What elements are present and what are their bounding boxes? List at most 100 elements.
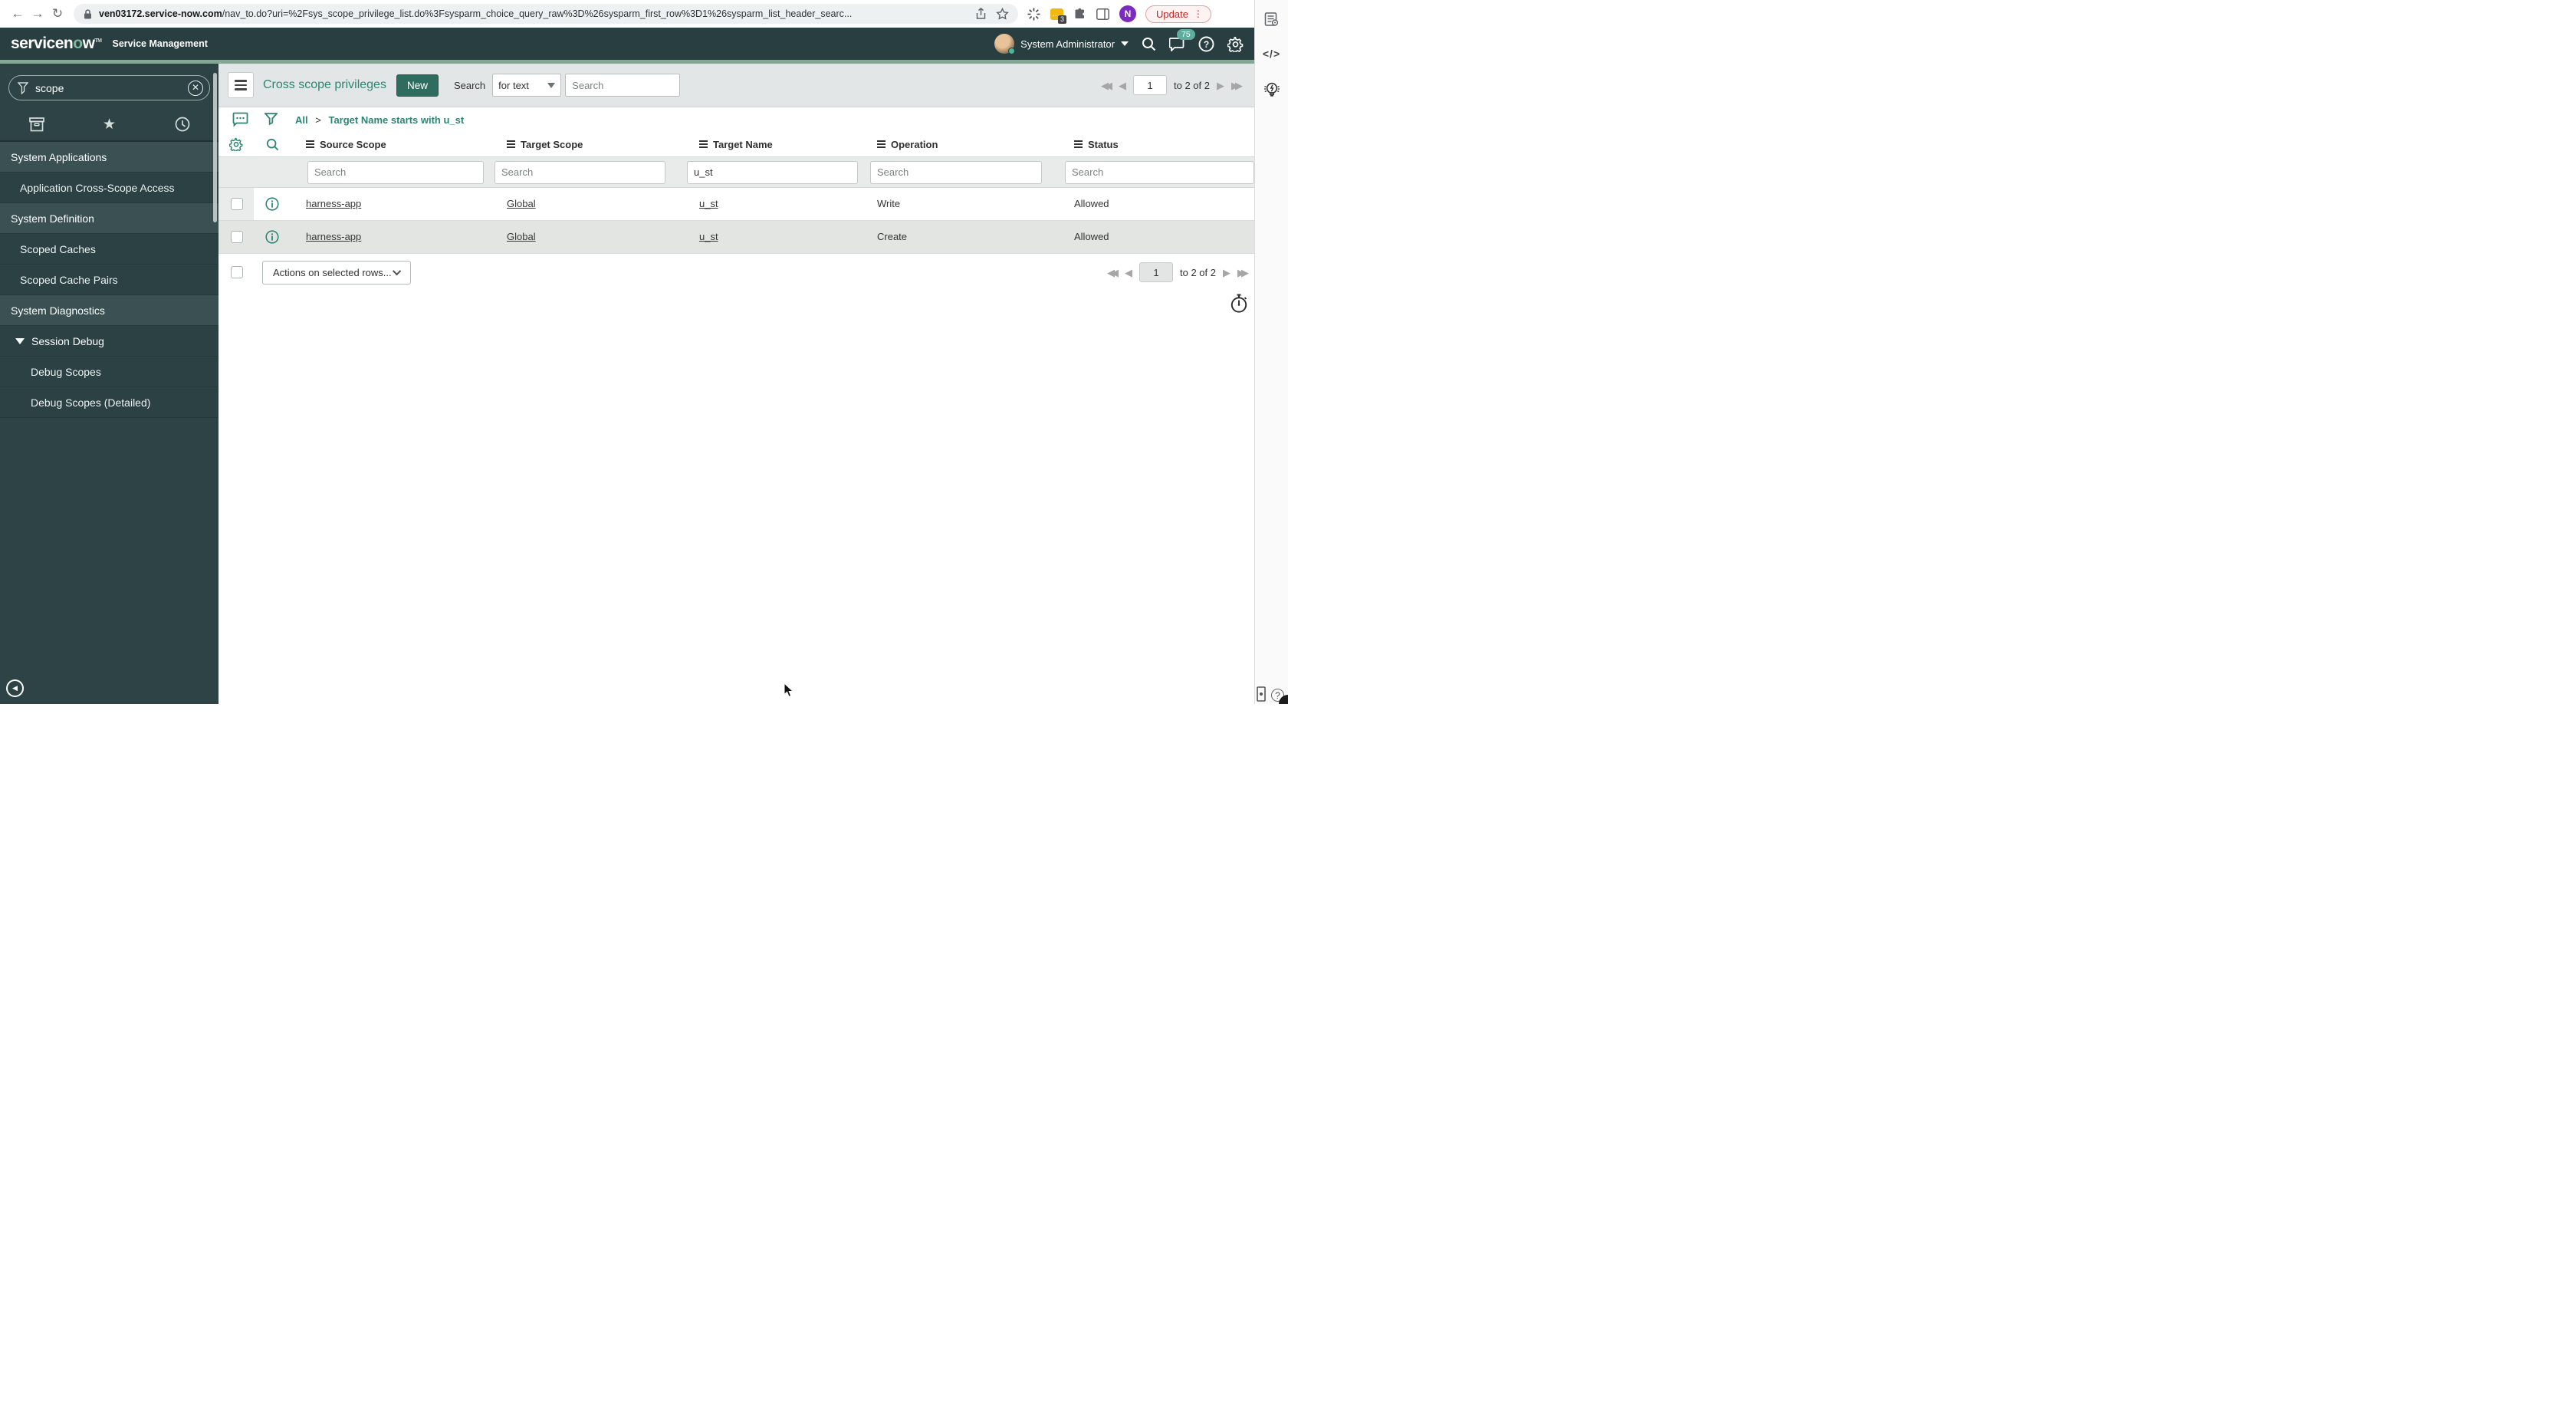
search-type-select[interactable]: for text	[492, 74, 562, 97]
previous-page-icon[interactable]: ◀	[1119, 81, 1126, 90]
select-caret-icon	[547, 82, 556, 92]
first-page-icon[interactable]: ◀◀	[1107, 268, 1119, 278]
filter-status-input[interactable]	[1065, 160, 1254, 184]
filter-icon[interactable]	[264, 112, 278, 127]
column-search-icon[interactable]	[266, 138, 279, 151]
servicenow-logo: servicenowTM	[11, 35, 102, 52]
help-icon[interactable]: ?	[1198, 36, 1214, 52]
chrome-update-button[interactable]: Update ⋮	[1145, 5, 1211, 23]
grammar-extension-icon[interactable]: ... 3	[1050, 8, 1066, 24]
settings-gear-icon[interactable]	[1227, 36, 1244, 52]
next-page-icon[interactable]: ▶	[1223, 268, 1230, 278]
list-title[interactable]: Cross scope privileges	[263, 78, 386, 92]
cell-target-name-link[interactable]: u_st	[699, 231, 718, 242]
cell-source-scope-link[interactable]: harness-app	[306, 231, 361, 242]
cell-target-scope-link[interactable]: Global	[507, 198, 536, 209]
collapse-sidebar-button[interactable]: ◀	[6, 679, 24, 697]
list-search-input[interactable]	[565, 74, 681, 97]
tab-all-applications[interactable]	[14, 117, 60, 132]
spinner-extension-icon[interactable]	[1027, 8, 1040, 21]
new-button[interactable]: New	[396, 74, 439, 97]
extension-badge: 3	[1057, 15, 1066, 24]
column-header-operation[interactable]: Operation	[859, 139, 1048, 150]
bookmark-star-icon[interactable]	[996, 8, 1009, 20]
code-panel-icon[interactable]: </>	[1263, 48, 1280, 60]
list-chat-icon[interactable]	[232, 112, 248, 127]
expanded-caret-icon	[15, 337, 25, 349]
next-page-icon[interactable]: ▶	[1217, 81, 1224, 90]
nav-module-debug-scopes-detailed[interactable]: Debug Scopes (Detailed)	[0, 387, 219, 418]
dock-handle-icon[interactable]	[1257, 686, 1266, 702]
nav-module-debug-scopes[interactable]: Debug Scopes	[0, 357, 219, 387]
product-name: Service Management	[112, 38, 208, 49]
page-number-input[interactable]	[1133, 75, 1168, 95]
extensions-puzzle-icon[interactable]	[1073, 8, 1086, 21]
nav-group-session-debug[interactable]: Session Debug	[0, 326, 219, 357]
user-menu[interactable]: System Administrator	[994, 34, 1129, 54]
top-pagination: ◀◀ ◀ to 2 of 2 ▶ ▶▶	[1101, 75, 1243, 95]
navigator-results: System Applications Application Cross-Sc…	[0, 142, 219, 418]
record-info-icon[interactable]	[265, 197, 279, 211]
list-settings-gear-icon[interactable]	[229, 137, 243, 151]
cell-target-scope-link[interactable]: Global	[507, 231, 536, 242]
navigator-filter[interactable]: ✕	[8, 75, 210, 100]
row-checkbox[interactable]	[231, 231, 243, 243]
select-all-checkbox[interactable]	[231, 266, 243, 278]
list-context-menu-button[interactable]	[228, 72, 254, 98]
forward-icon[interactable]: →	[28, 6, 48, 21]
filter-funnel-icon	[18, 81, 28, 94]
previous-page-icon[interactable]: ◀	[1125, 268, 1132, 278]
address-bar[interactable]: ven03172.service-now.com/nav_to.do?uri=%…	[74, 4, 1018, 24]
nav-app-system-definition[interactable]: System Definition	[0, 203, 219, 234]
column-header-target-scope[interactable]: Target Scope	[484, 139, 672, 150]
chrome-menu-icon[interactable]: ⋮	[1194, 8, 1203, 19]
nav-app-system-applications[interactable]: System Applications	[0, 142, 219, 173]
insight-lightbulb-icon[interactable]	[1262, 81, 1282, 100]
mouse-cursor	[784, 683, 794, 697]
column-header-status[interactable]: Status	[1048, 139, 1254, 150]
first-page-icon[interactable]: ◀◀	[1101, 81, 1112, 90]
filter-operation-input[interactable]	[870, 160, 1042, 184]
notification-badge: 75	[1177, 28, 1195, 40]
filter-target-name-input[interactable]	[687, 160, 858, 184]
list-content: Cross scope privileges New Search for te…	[219, 64, 1254, 704]
actions-dropdown[interactable]: Actions on selected rows...	[262, 260, 411, 285]
row-checkbox[interactable]	[231, 198, 243, 210]
row-range-label: to 2 of 2	[1174, 79, 1210, 91]
reload-icon[interactable]: ↻	[48, 6, 67, 21]
filter-target-scope-input[interactable]	[495, 160, 665, 184]
nav-app-system-diagnostics[interactable]: System Diagnostics	[0, 295, 219, 326]
back-icon[interactable]: ←	[8, 6, 28, 21]
clear-filter-icon[interactable]: ✕	[188, 80, 203, 96]
last-page-icon[interactable]: ▶▶	[1237, 268, 1249, 278]
tab-favorites[interactable]: ★	[87, 117, 133, 132]
last-page-icon[interactable]: ▶▶	[1231, 81, 1243, 90]
cell-status: Allowed	[1074, 198, 1109, 209]
column-header-target-name[interactable]: Target Name	[672, 139, 859, 150]
browser-profile-avatar[interactable]: N	[1119, 5, 1136, 22]
conversations-icon[interactable]: 75	[1169, 28, 1195, 51]
global-search-icon[interactable]	[1142, 37, 1156, 51]
response-time-icon[interactable]	[1230, 294, 1248, 314]
navigator-tabs: ★	[0, 108, 219, 142]
breadcrumb-all-link[interactable]: All	[295, 114, 308, 126]
nav-module-application-cross-scope-access[interactable]: Application Cross-Scope Access	[0, 173, 219, 203]
user-avatar	[994, 34, 1016, 54]
navigator-filter-input[interactable]	[35, 81, 188, 94]
breadcrumb-filter-link[interactable]: Target Name starts with u_st	[328, 114, 464, 126]
sidebar-scrollbar[interactable]	[213, 73, 217, 222]
record-info-icon[interactable]	[265, 230, 279, 244]
cell-target-name-link[interactable]: u_st	[699, 198, 718, 209]
cell-source-scope-link[interactable]: harness-app	[306, 198, 361, 209]
share-icon[interactable]	[975, 8, 987, 20]
svg-text:?: ?	[1204, 39, 1209, 50]
column-header-source-scope[interactable]: Source Scope	[291, 139, 484, 150]
column-menu-icon	[507, 140, 515, 148]
nav-module-scoped-cache-pairs[interactable]: Scoped Cache Pairs	[0, 265, 219, 295]
reading-list-icon[interactable]	[1264, 12, 1279, 27]
tab-history[interactable]	[159, 117, 205, 132]
side-panel-icon[interactable]	[1096, 8, 1109, 20]
nav-module-scoped-caches[interactable]: Scoped Caches	[0, 234, 219, 265]
filter-source-scope-input[interactable]	[307, 160, 484, 184]
page-number-input[interactable]	[1139, 262, 1174, 282]
